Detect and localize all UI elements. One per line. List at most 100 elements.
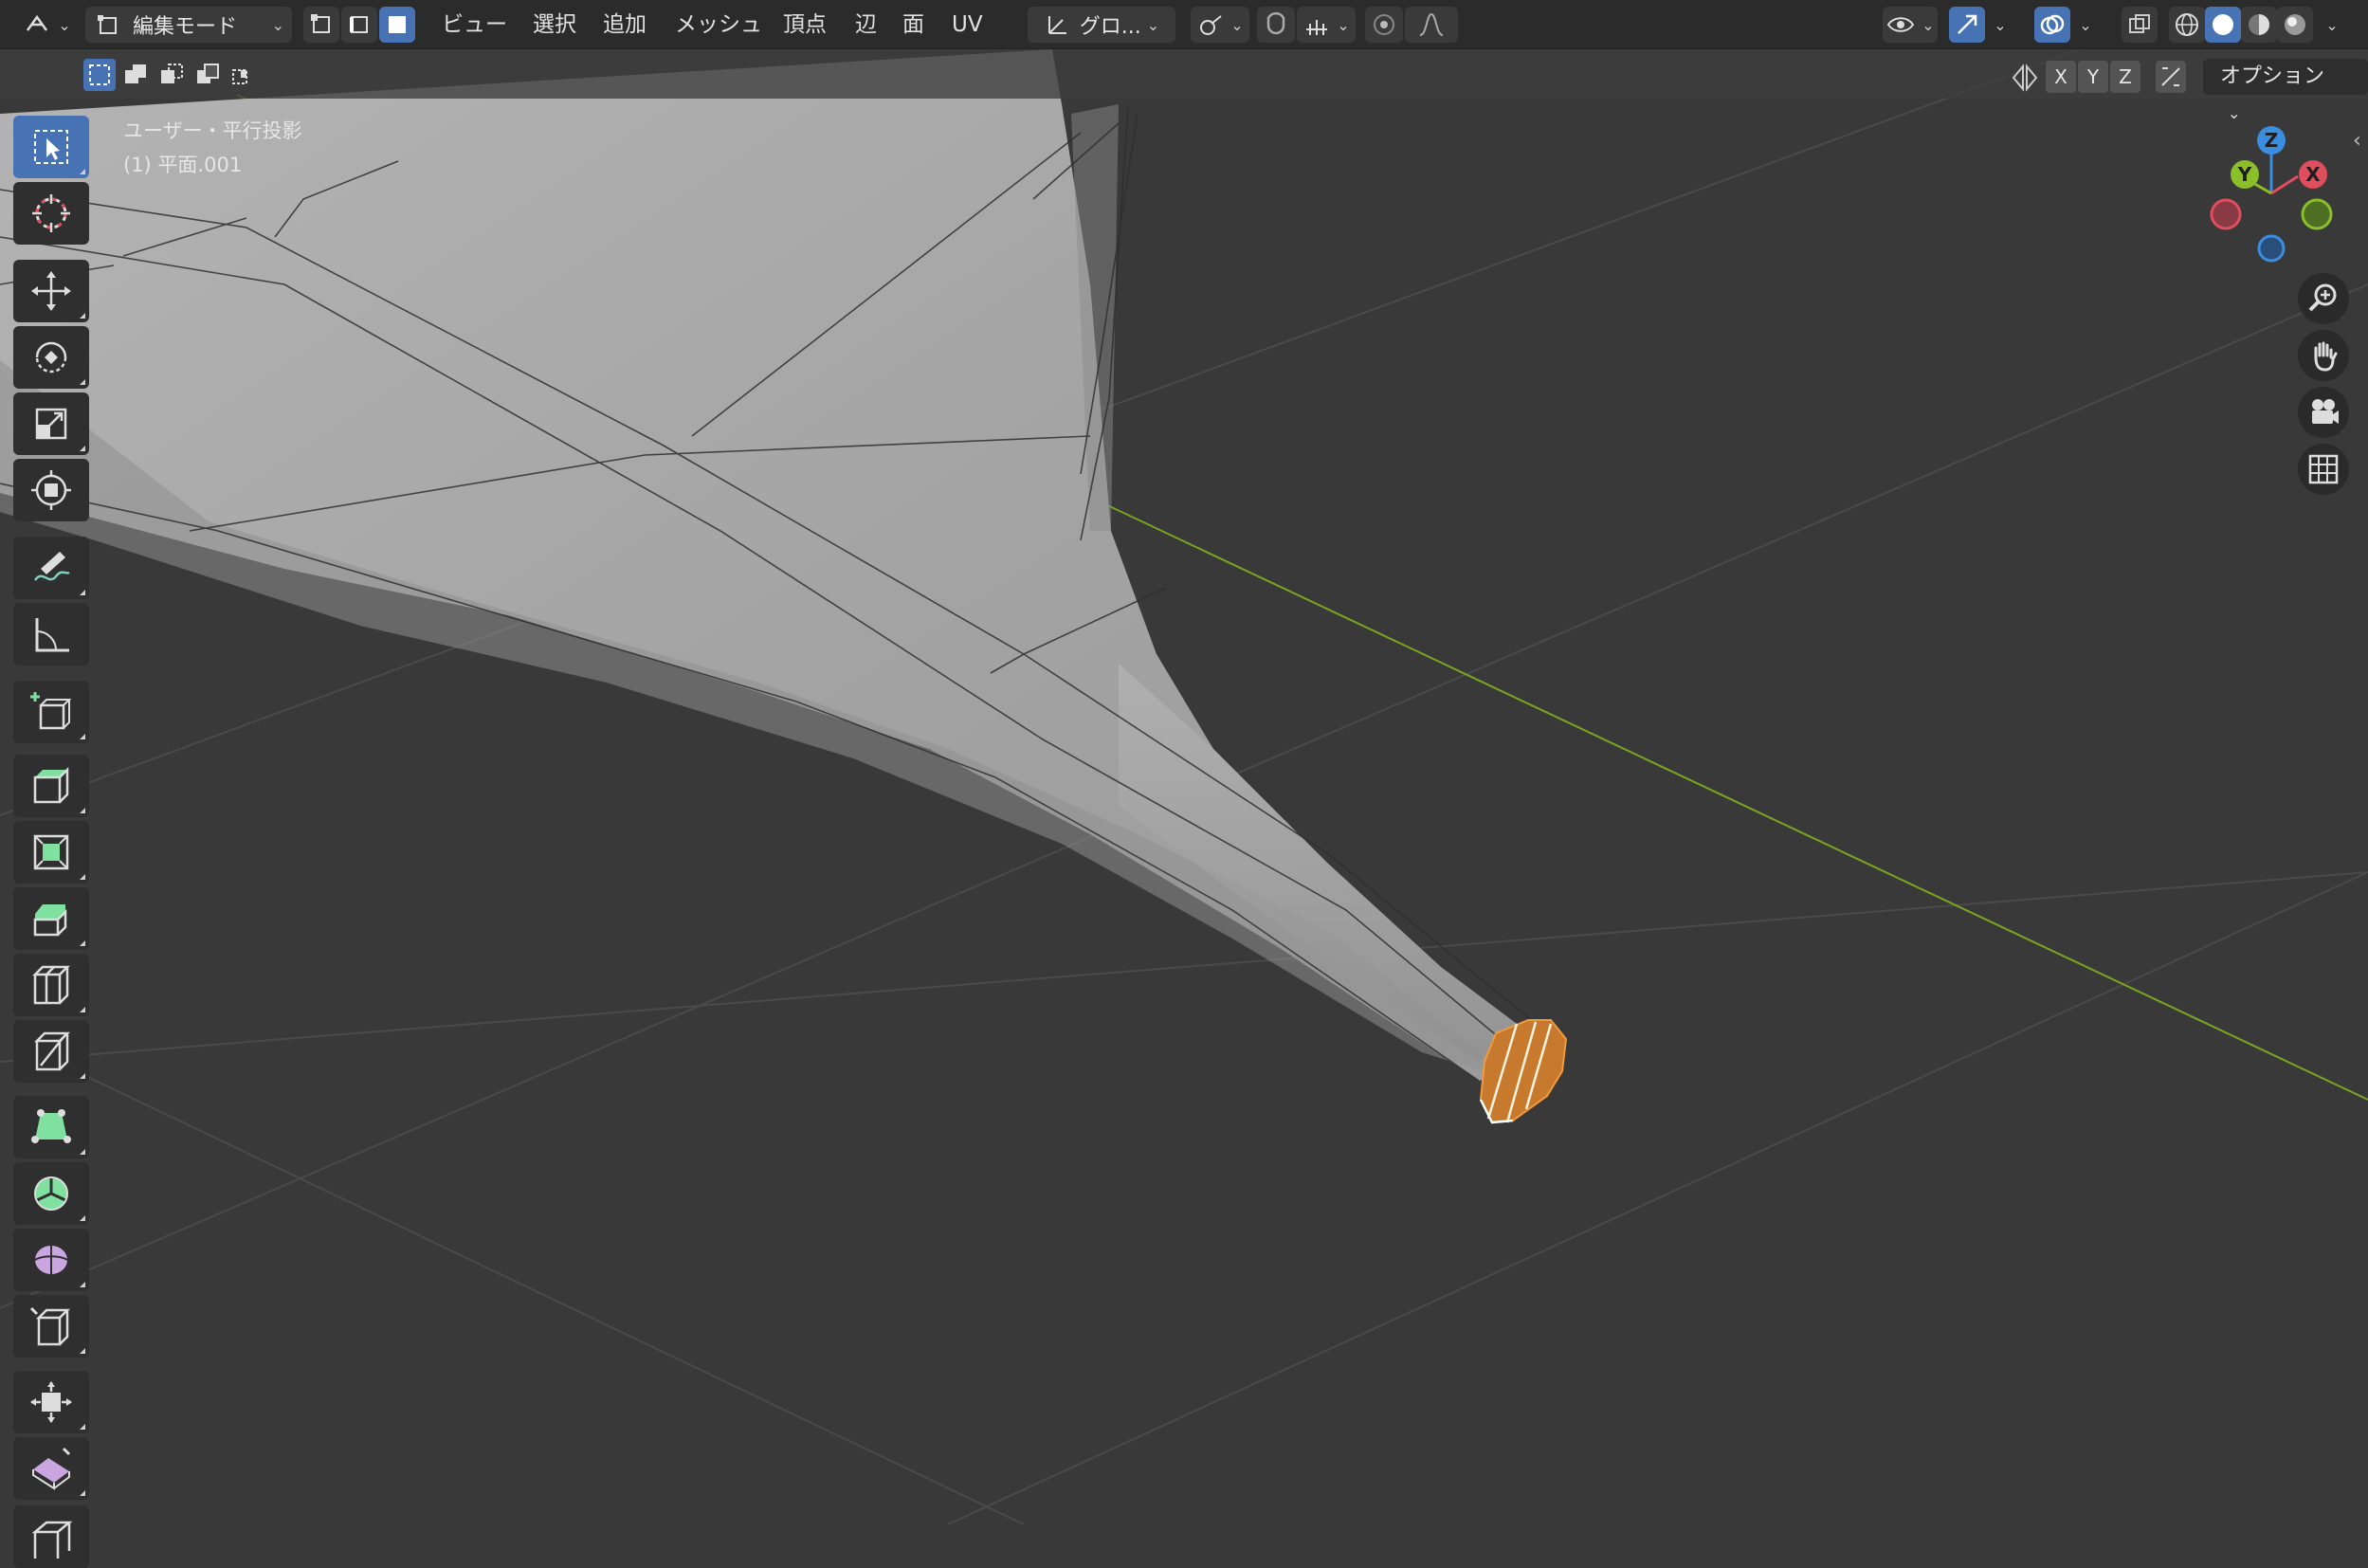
editor-type-button[interactable]: ⌄ xyxy=(17,7,76,43)
gizmo-toggle[interactable] xyxy=(1949,7,1985,43)
knife-icon xyxy=(33,1031,71,1071)
proportional-edit-icon xyxy=(1374,14,1394,35)
object-name-text: (1) 平面.001 xyxy=(123,154,243,176)
mirror-y-toggle[interactable]: Y xyxy=(2078,61,2108,93)
chevron-down-icon: ⌄ xyxy=(2325,15,2339,34)
menu-add[interactable]: 追加 xyxy=(599,8,650,42)
tool-inset-faces[interactable] xyxy=(13,821,89,884)
edge-select-icon xyxy=(350,16,368,33)
snap-increment-icon xyxy=(1306,20,1328,35)
extrude-region-icon xyxy=(33,766,69,804)
shear-icon xyxy=(32,1447,71,1490)
tool-smooth[interactable] xyxy=(13,1229,89,1291)
viewport-header: ⌄ 編集モード ⌄ ビュー 選択 追加 メッシュ 頂点 辺 面 UV グロ...… xyxy=(0,0,2368,49)
shading-solid-button[interactable] xyxy=(2205,7,2241,43)
tool-select-box[interactable] xyxy=(13,116,89,178)
orientation-dropdown[interactable]: グロ... ⌄ xyxy=(1028,7,1175,43)
select-new-button[interactable] xyxy=(83,59,116,91)
shading-material-button[interactable] xyxy=(2241,7,2277,43)
tool-extrude-region[interactable] xyxy=(13,755,89,817)
pivot-point-icon xyxy=(1200,15,1222,35)
proportional-edit-toggle[interactable] xyxy=(1365,7,1403,43)
hand-icon xyxy=(2314,341,2338,372)
gizmo-y-label: Y xyxy=(2237,163,2252,186)
tool-add-cube[interactable] xyxy=(13,681,89,743)
gizmo-negative-x[interactable] xyxy=(2210,198,2242,230)
gizmo-x-label: X xyxy=(2305,163,2321,186)
gizmo-negative-y[interactable] xyxy=(2301,198,2333,230)
tool-rotate[interactable] xyxy=(13,326,89,389)
tool-rip-region[interactable] xyxy=(13,1505,89,1568)
tool-transform[interactable] xyxy=(13,459,89,521)
chevron-down-icon: ⌄ xyxy=(1230,15,1244,34)
tool-annotate[interactable] xyxy=(13,537,89,599)
mirror-x-toggle[interactable]: X xyxy=(2046,61,2076,93)
snap-toggle[interactable] xyxy=(1257,7,1295,43)
zoom-icon xyxy=(2308,283,2337,312)
snap-target-dropdown[interactable]: ⌄ xyxy=(1297,7,1356,43)
shading-wireframe-button[interactable] xyxy=(2169,7,2205,43)
menu-face[interactable]: 面 xyxy=(899,8,928,42)
select-subtract-button[interactable] xyxy=(155,59,188,91)
menu-uv[interactable]: UV xyxy=(948,8,987,42)
visibility-dropdown[interactable]: ⌄ xyxy=(1883,7,1938,43)
overlay-dropdown[interactable]: ⌄ xyxy=(2070,7,2101,43)
tool-edge-slide[interactable] xyxy=(13,1295,89,1358)
menu-vertex[interactable]: 頂点 xyxy=(779,8,830,42)
overlay-icon xyxy=(2040,14,2065,35)
shading-dropdown[interactable]: ⌄ xyxy=(2317,7,2347,43)
tool-cursor[interactable] xyxy=(13,182,89,245)
eye-icon xyxy=(1887,17,1915,32)
menu-select[interactable]: 選択 xyxy=(529,8,580,42)
sidebar-toggle-icon[interactable]: ‹ xyxy=(2353,129,2361,153)
shading-rendered-button[interactable] xyxy=(2277,7,2313,43)
select-invert-button[interactable] xyxy=(191,59,224,91)
chevron-down-icon: ⌄ xyxy=(1922,15,1935,34)
tool-poly-build[interactable] xyxy=(13,1096,89,1158)
mode-dropdown[interactable]: 編集モード ⌄ xyxy=(85,7,292,43)
annotate-icon xyxy=(33,552,70,581)
tool-knife[interactable] xyxy=(13,1020,89,1083)
menu-mesh[interactable]: メッシュ xyxy=(671,8,766,42)
topology-mirror-toggle[interactable] xyxy=(2156,61,2186,93)
menu-edge[interactable]: 辺 xyxy=(851,8,881,42)
gizmo-negative-z[interactable] xyxy=(2257,234,2286,263)
camera-view-button[interactable] xyxy=(2298,387,2349,438)
chevron-down-icon: ⌄ xyxy=(1994,15,2007,34)
select-extend-button[interactable] xyxy=(119,59,152,91)
zoom-button[interactable] xyxy=(2298,273,2349,324)
select-intersect-button[interactable] xyxy=(228,59,260,91)
tool-loop-cut[interactable] xyxy=(13,954,89,1016)
xray-toggle[interactable] xyxy=(2122,7,2158,43)
proportional-falloff-dropdown[interactable] xyxy=(1405,7,1458,43)
tool-scale[interactable] xyxy=(13,392,89,455)
options-dropdown[interactable]: オプション ⌄ xyxy=(2203,59,2368,122)
tool-measure[interactable] xyxy=(13,603,89,665)
navigation-gizmo[interactable]: Y X Z xyxy=(2190,119,2351,271)
face-select-button[interactable] xyxy=(379,7,415,43)
pivot-dropdown[interactable]: ⌄ xyxy=(1191,7,1249,43)
edge-select-button[interactable] xyxy=(341,7,377,43)
topology-mirror-icon xyxy=(2161,67,2180,86)
mirror-z-toggle[interactable]: Z xyxy=(2110,61,2140,93)
vertex-select-button[interactable] xyxy=(303,7,339,43)
rendered-sphere-icon xyxy=(2285,14,2305,35)
tool-move[interactable] xyxy=(13,260,89,322)
tool-bevel[interactable] xyxy=(13,887,89,950)
viewport-3d[interactable] xyxy=(0,0,2368,1524)
chevron-down-icon: ⌄ xyxy=(58,15,71,34)
tool-spin[interactable] xyxy=(13,1162,89,1225)
tool-shear[interactable] xyxy=(13,1437,89,1500)
projection-toggle-button[interactable] xyxy=(2298,444,2349,495)
edge-slide-icon xyxy=(29,1306,71,1346)
overlay-toggle[interactable] xyxy=(2034,7,2070,43)
gizmo-icon xyxy=(1958,14,1977,34)
menu-view[interactable]: ビュー xyxy=(438,8,511,42)
chevron-down-icon: ⌄ xyxy=(1337,15,1350,34)
select-box-icon xyxy=(34,130,68,164)
tool-shrink-fatten[interactable] xyxy=(13,1371,89,1433)
pan-button[interactable] xyxy=(2298,330,2349,381)
gizmo-dropdown[interactable]: ⌄ xyxy=(1985,7,2015,43)
options-label: オプション xyxy=(2220,64,2325,88)
shrink-fatten-icon xyxy=(30,1381,72,1423)
